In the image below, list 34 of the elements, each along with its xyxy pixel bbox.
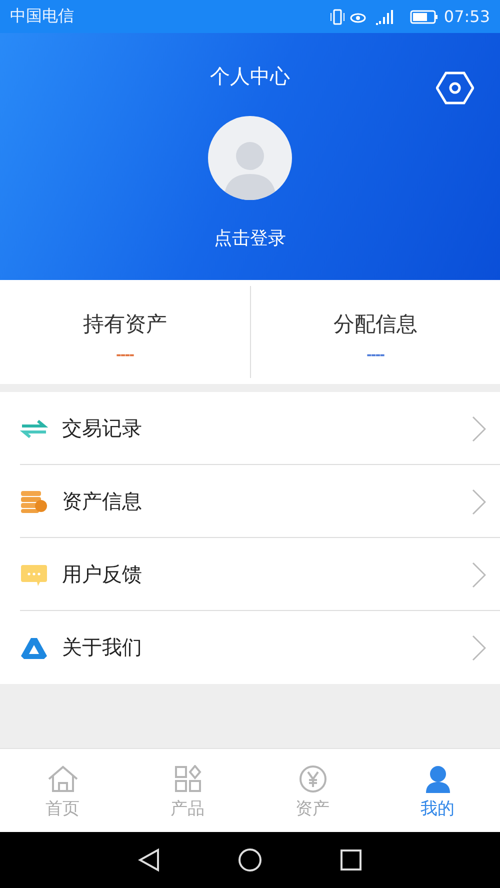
tab-label: 我的: [420, 798, 454, 820]
tab-label: 产品: [170, 798, 204, 820]
battery-icon: [410, 10, 438, 24]
chevron-right-icon: [472, 416, 486, 442]
chevron-right-icon: [472, 634, 486, 660]
settings-icon[interactable]: [436, 71, 474, 105]
tab-bar-item[interactable]: 我的: [375, 749, 500, 832]
tab-label: 资产: [296, 798, 330, 820]
summary-label: 分配信息: [333, 311, 418, 338]
menu-item[interactable]: 关于我们: [0, 611, 500, 684]
clock-time: 07:53: [444, 7, 490, 26]
menu-item[interactable]: 用户反馈: [0, 538, 500, 611]
triangle-logo-icon: [20, 636, 48, 660]
exchange-icon: [20, 418, 48, 438]
login-link[interactable]: 点击登录: [214, 226, 286, 250]
user-icon: [424, 765, 452, 793]
page-title: 个人中心: [210, 63, 290, 90]
recents-icon[interactable]: [340, 849, 362, 871]
menu-item[interactable]: 交易记录: [0, 392, 500, 465]
summary-label: 持有资产: [82, 311, 167, 338]
yen-coin-icon: [298, 765, 326, 793]
grid-icon: [174, 765, 202, 793]
chevron-right-icon: [472, 562, 486, 588]
carrier-name: 中国电信: [10, 6, 74, 27]
back-icon[interactable]: [138, 848, 160, 872]
coins-icon: [20, 490, 48, 514]
summary-value: ----: [366, 348, 384, 363]
chat-icon: [20, 562, 48, 586]
tab-label: 首页: [46, 798, 80, 820]
summary-value: ----: [116, 348, 134, 363]
menu-item[interactable]: 资产信息: [0, 465, 500, 538]
home-circle-icon[interactable]: [238, 848, 262, 872]
chevron-right-icon: [472, 488, 486, 514]
home-icon: [46, 765, 78, 793]
